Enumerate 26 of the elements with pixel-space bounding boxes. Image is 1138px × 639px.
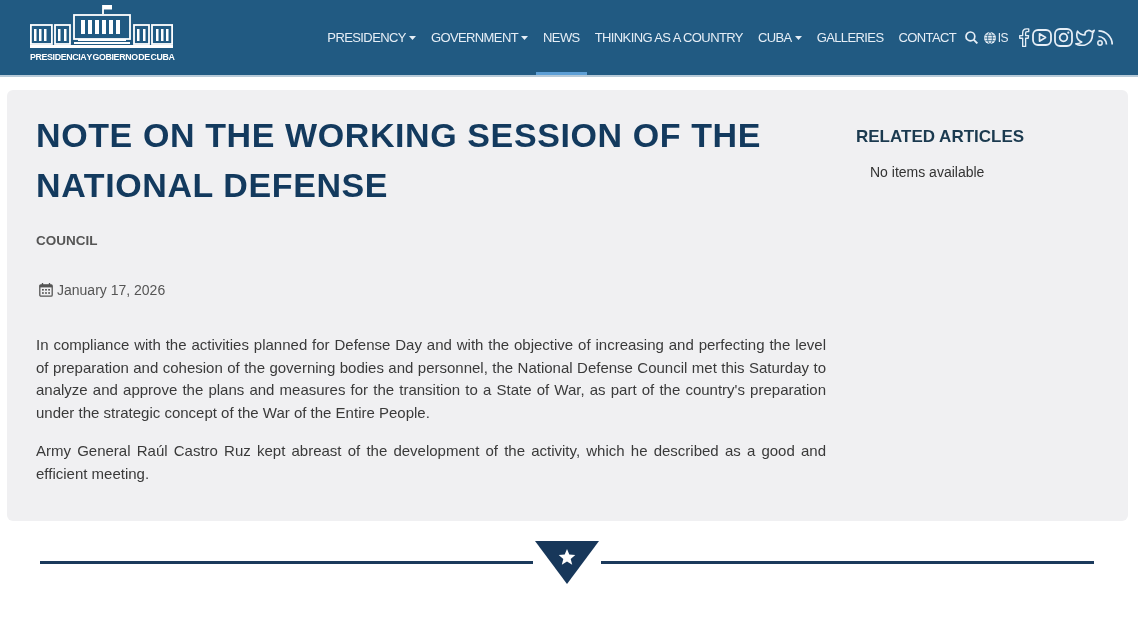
nav-link[interactable]: THINKING AS A COUNTRY — [587, 0, 751, 75]
nav-link[interactable]: CUBA — [750, 0, 810, 75]
search-icon[interactable] — [964, 31, 978, 44]
language-button[interactable]: IS — [983, 30, 1008, 45]
nav-link[interactable]: NEWS — [535, 0, 588, 75]
play-button-icon[interactable] — [1032, 29, 1052, 46]
related-heading: RELATED ARTICLES — [856, 126, 1026, 148]
bird-icon[interactable] — [1075, 29, 1095, 46]
article-paragraph: In compliance with the activities planned for Defense Day and with the objective of increasing and perfecting the level of preparation and cohesion of the governing bodies and personnel, the National Defense Council met this Saturday to analyze and approve the plans and measures for the transition to a State of War, as part of the country's preparation under the strategic concept of the War of the Entire People. — [36, 335, 826, 423]
article-date: January 17, 2026 — [57, 281, 166, 300]
nav-link[interactable]: GALLERIES — [809, 0, 891, 75]
building-logo-icon[interactable] — [30, 5, 173, 48]
calendar-icon — [39, 283, 53, 297]
empty-message: No items available — [869, 163, 986, 182]
globe-icon — [983, 31, 996, 44]
article-category: COUNCIL — [36, 232, 99, 250]
star-triangle-icon — [535, 541, 599, 584]
article-paragraph: Army General Raúl Castro Ruz kept abreast of the development of the activity, which he described as a good and efficient meeting. — [36, 441, 826, 484]
nav-link[interactable]: GOVERNMENT — [423, 0, 536, 75]
nav-link[interactable]: CONTACT — [891, 0, 964, 75]
facebook-icon[interactable] — [1018, 28, 1030, 47]
logo-text[interactable]: PRESIDENCIA Y GOBIERNO DE CUBA — [30, 52, 175, 63]
article-title: NOTE ON THE WORKING SESSION OF THE NATIONAL DEFENSE — [36, 115, 762, 206]
rss-icon[interactable] — [1097, 29, 1114, 46]
camera-icon[interactable] — [1054, 28, 1073, 47]
nav-link[interactable]: PRESIDENCY — [319, 0, 424, 75]
